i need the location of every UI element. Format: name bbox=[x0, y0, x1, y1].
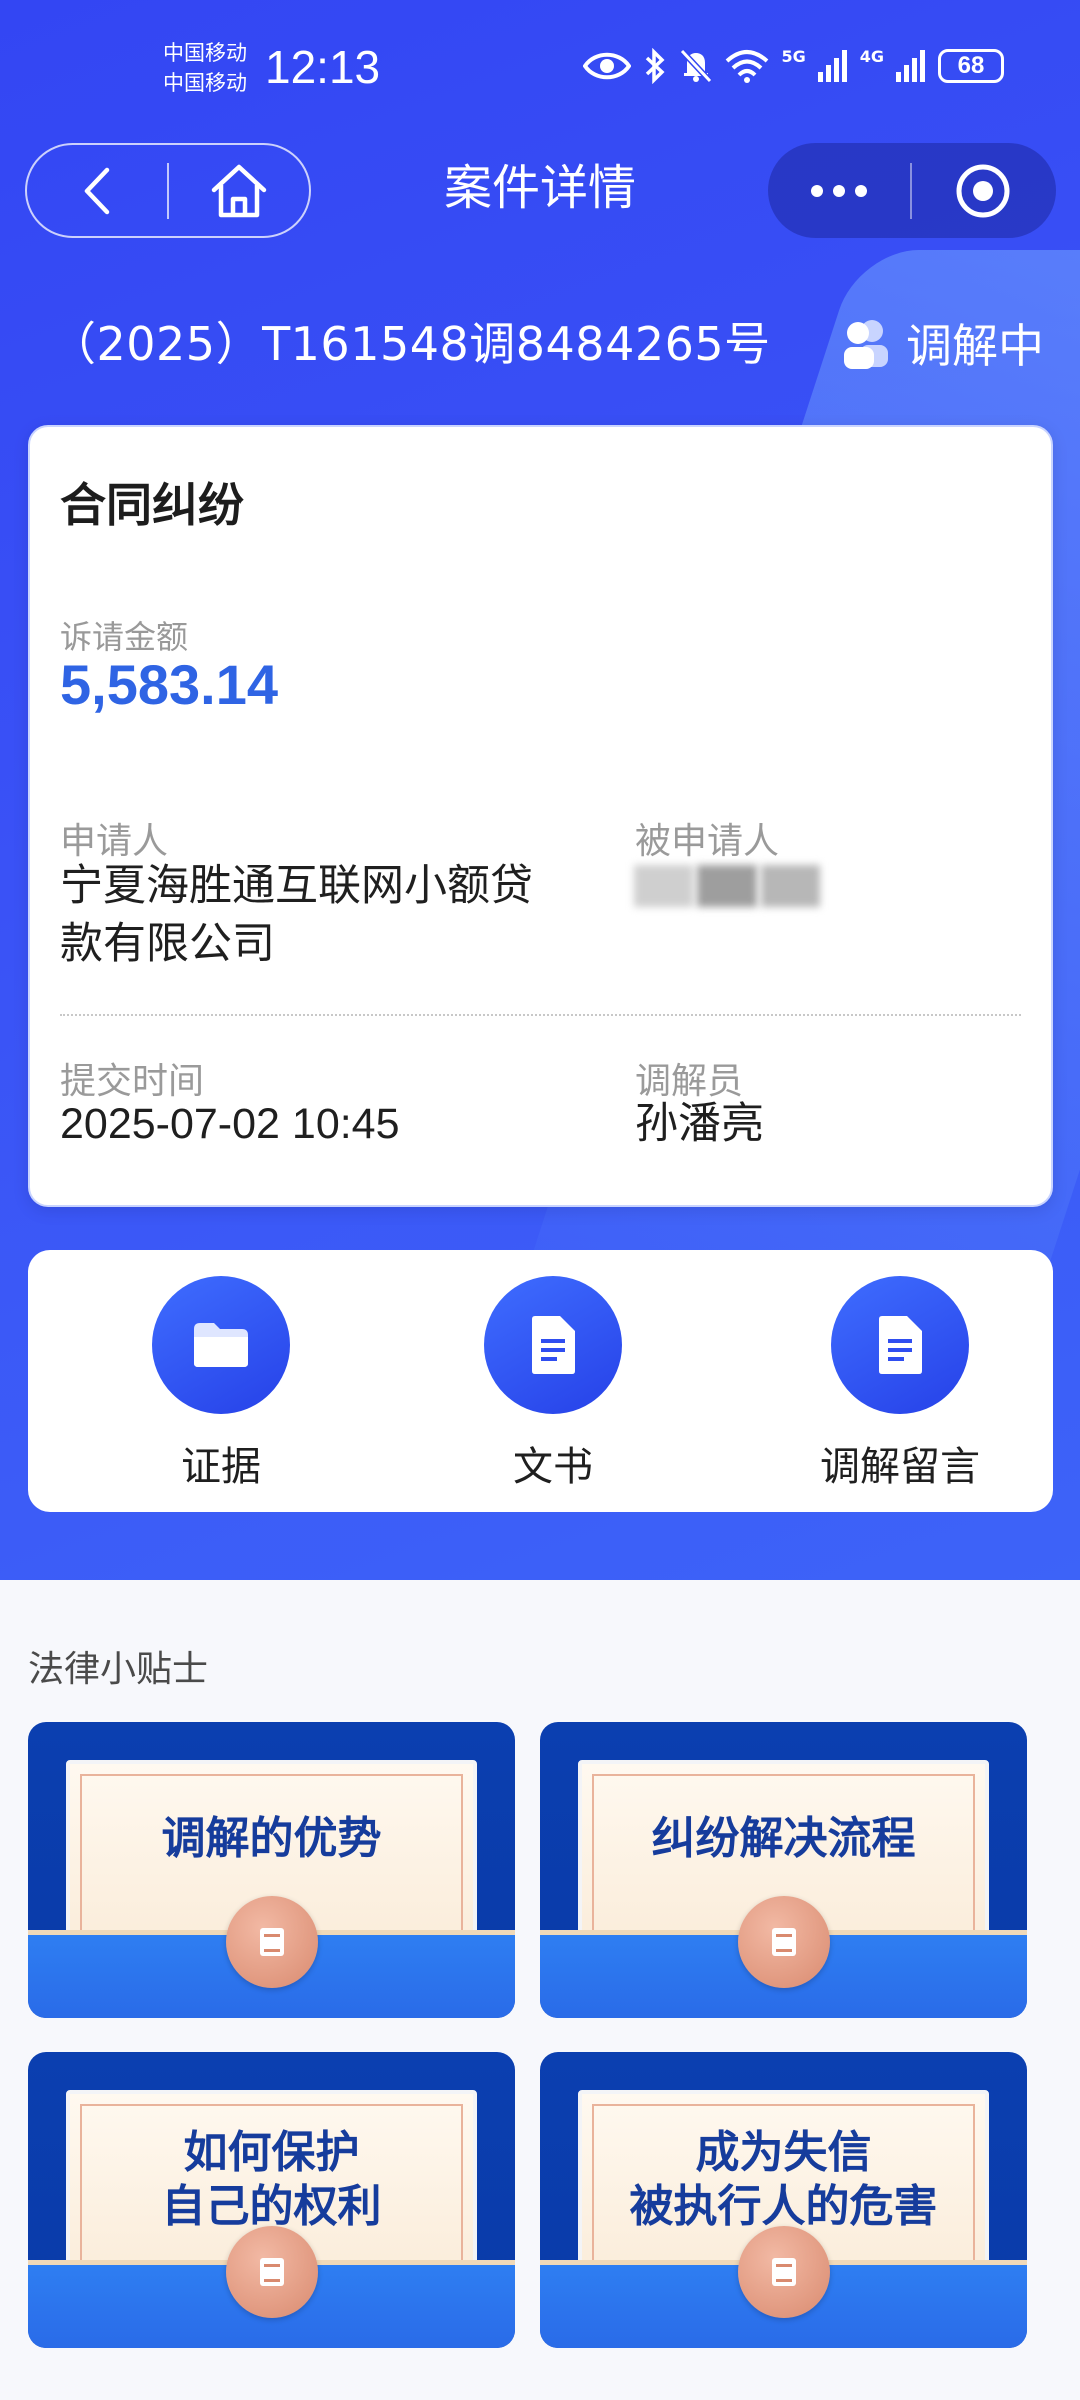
submit-time-value: 2025-07-02 10:45 bbox=[60, 1100, 400, 1148]
respondent-value-redacted bbox=[632, 857, 822, 915]
people-icon bbox=[844, 320, 888, 369]
book-icon bbox=[225, 2226, 318, 2318]
tip-title: 成为失信 被执行人的危害 bbox=[629, 2127, 938, 2232]
wifi-icon bbox=[726, 50, 769, 83]
documents-icon-circle bbox=[484, 1276, 622, 1414]
applicant-value: 宁夏海胜通互联网小额贷 款有限公司 bbox=[60, 857, 590, 973]
battery-icon: 68 bbox=[938, 49, 1004, 83]
dispute-type: 合同纠纷 bbox=[60, 478, 244, 532]
status-icons: 5G 4G 68 bbox=[583, 46, 1004, 84]
applicant-line-2: 款有限公司 bbox=[60, 919, 275, 969]
bluetooth-icon bbox=[646, 48, 665, 84]
case-status: 调解中 bbox=[838, 310, 1044, 376]
battery-level: 68 bbox=[957, 52, 985, 79]
close-miniprogram-button[interactable] bbox=[912, 143, 1054, 238]
documents-label: 文书 bbox=[513, 1444, 593, 1490]
case-number: （2025）T161548调8484265号 bbox=[50, 317, 771, 371]
carrier-2: 中国移动 bbox=[163, 71, 247, 95]
amount-value: 5,583.14 bbox=[60, 653, 278, 716]
tip-card-protect-rights[interactable]: 如何保护 自己的权利 bbox=[28, 2052, 515, 2348]
documents-button[interactable]: 文书 bbox=[428, 1276, 678, 1492]
evidence-button[interactable]: 证据 bbox=[96, 1276, 346, 1492]
mute-bell-icon bbox=[680, 48, 713, 84]
tips-section-title: 法律小贴士 bbox=[28, 1649, 209, 1690]
card-divider bbox=[60, 1014, 1021, 1016]
tip-card-mediation-advantages[interactable]: 调解的优势 bbox=[28, 1722, 515, 2018]
action-card: 证据 文书 调解留言 bbox=[28, 1250, 1053, 1512]
evidence-label: 证据 bbox=[181, 1444, 261, 1490]
tip-card-dispute-process[interactable]: 纠纷解决流程 bbox=[540, 1722, 1027, 2018]
tip-title: 如何保护 自己的权利 bbox=[161, 2127, 382, 2232]
document-icon bbox=[879, 1316, 922, 1374]
status-bar: 中国移动 中国移动 12:13 5G 4G 68 bbox=[0, 0, 1080, 130]
case-info-card: 合同纠纷 诉请金额 5,583.14 申请人 宁夏海胜通互联网小额贷 款有限公司… bbox=[28, 425, 1053, 1207]
tip-title: 调解的优势 bbox=[161, 1813, 382, 1864]
sig2-label: 4G bbox=[859, 46, 884, 66]
case-status-label: 调解中 bbox=[906, 319, 1044, 373]
book-icon bbox=[737, 2226, 830, 2318]
nav-capsule-right bbox=[768, 143, 1056, 238]
applicant-line-1: 宁夏海胜通互联网小额贷 bbox=[60, 861, 533, 911]
folder-icon bbox=[194, 1323, 248, 1367]
carrier-labels: 中国移动 中国移动 bbox=[163, 38, 247, 98]
mediation-message-label: 调解留言 bbox=[820, 1444, 980, 1490]
more-button[interactable] bbox=[768, 143, 910, 238]
book-icon bbox=[737, 1896, 830, 1988]
document-icon bbox=[532, 1316, 575, 1374]
clock: 12:13 bbox=[265, 41, 381, 93]
evidence-icon-circle bbox=[152, 1276, 290, 1414]
target-icon bbox=[956, 164, 1010, 217]
book-icon bbox=[225, 1896, 318, 1988]
signal-icon bbox=[817, 50, 847, 82]
tip-card-dishonest-debtor[interactable]: 成为失信 被执行人的危害 bbox=[540, 2052, 1027, 2348]
signal-icon bbox=[896, 50, 925, 82]
tip-title: 纠纷解决流程 bbox=[651, 1813, 916, 1864]
mediation-message-button[interactable]: 调解留言 bbox=[775, 1276, 1025, 1492]
mediator-value: 孙潘亮 bbox=[635, 1099, 764, 1149]
more-icon bbox=[811, 184, 867, 197]
sig1-label: 5G bbox=[781, 46, 806, 66]
mediation-message-icon-circle bbox=[831, 1276, 969, 1414]
carrier-1: 中国移动 bbox=[163, 41, 247, 65]
eye-icon bbox=[583, 52, 632, 80]
